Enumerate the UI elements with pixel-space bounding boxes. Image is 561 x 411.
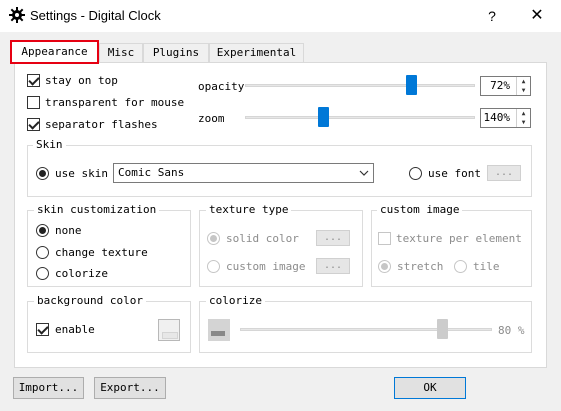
customization-colorize-radio[interactable] bbox=[36, 267, 49, 280]
customization-none-radio[interactable] bbox=[36, 224, 49, 237]
texture-per-element-checkbox[interactable] bbox=[378, 232, 391, 245]
customization-texture-radio[interactable] bbox=[36, 246, 49, 259]
background-color-title: background color bbox=[34, 294, 146, 307]
ok-button[interactable]: OK bbox=[394, 377, 466, 399]
colorize-value: 80 % bbox=[498, 324, 525, 337]
zoom-slider[interactable] bbox=[318, 107, 329, 127]
custom-image-group bbox=[371, 210, 532, 287]
opacity-slider[interactable] bbox=[405, 75, 417, 95]
texture-type-group bbox=[199, 210, 363, 287]
colorize-track bbox=[240, 328, 492, 331]
custom-image-title: custom image bbox=[377, 203, 463, 216]
skin-select-value: Comic Sans bbox=[118, 166, 185, 179]
stretch-label: stretch bbox=[397, 260, 444, 273]
tile-radio[interactable] bbox=[454, 260, 467, 273]
stay-on-top-label: stay on top bbox=[45, 74, 118, 87]
skin-group-title: Skin bbox=[33, 138, 66, 151]
export-button[interactable]: Export... bbox=[94, 377, 166, 399]
help-button[interactable]: ? bbox=[480, 6, 504, 26]
colorize-color-button[interactable] bbox=[208, 319, 230, 341]
tab-plugins[interactable]: Plugins bbox=[143, 43, 209, 63]
stay-on-top-checkbox[interactable] bbox=[27, 74, 40, 87]
custom-image-radio[interactable] bbox=[207, 260, 220, 273]
font-select-button[interactable]: ... bbox=[487, 165, 521, 181]
texture-type-title: texture type bbox=[206, 203, 292, 216]
window-title: Settings - Digital Clock bbox=[30, 8, 161, 23]
skin-select[interactable]: Comic Sans bbox=[113, 163, 374, 183]
chevron-down-icon bbox=[359, 170, 369, 176]
tab-misc[interactable]: Misc bbox=[99, 43, 143, 63]
customization-none-label: none bbox=[55, 224, 82, 237]
use-font-radio[interactable] bbox=[409, 167, 422, 180]
zoom-track bbox=[245, 116, 475, 119]
import-button[interactable]: Import... bbox=[13, 377, 84, 399]
solid-color-button[interactable]: ... bbox=[316, 230, 350, 246]
opacity-track bbox=[245, 84, 475, 87]
background-enable-label: enable bbox=[55, 323, 95, 336]
custom-image-button[interactable]: ... bbox=[316, 258, 350, 274]
zoom-spin-arrows[interactable]: ▲ ▼ bbox=[516, 109, 530, 127]
solid-color-label: solid color bbox=[226, 232, 299, 245]
background-color-button[interactable] bbox=[158, 319, 180, 341]
solid-color-radio[interactable] bbox=[207, 232, 220, 245]
stretch-radio[interactable] bbox=[378, 260, 391, 273]
use-font-label: use font bbox=[428, 167, 481, 180]
tile-label: tile bbox=[473, 260, 500, 273]
use-skin-radio[interactable] bbox=[36, 167, 49, 180]
opacity-label: opacity bbox=[198, 80, 245, 93]
zoom-label: zoom bbox=[198, 112, 225, 125]
colorize-group bbox=[199, 301, 532, 353]
custom-image-label: custom image bbox=[226, 260, 306, 273]
tab-experimental[interactable]: Experimental bbox=[209, 43, 304, 63]
use-skin-label: use skin bbox=[55, 167, 108, 180]
customization-colorize-label: colorize bbox=[55, 267, 108, 280]
skin-customization-title: skin customization bbox=[34, 203, 160, 216]
separator-flashes-checkbox[interactable] bbox=[27, 118, 40, 131]
customization-texture-label: change texture bbox=[55, 246, 148, 259]
opacity-spin-arrows[interactable]: ▲ ▼ bbox=[516, 77, 530, 95]
separator-flashes-label: separator flashes bbox=[45, 118, 158, 131]
tab-appearance[interactable]: Appearance bbox=[10, 40, 99, 64]
gear-icon bbox=[9, 7, 25, 23]
colorize-title: colorize bbox=[206, 294, 265, 307]
colorize-slider[interactable] bbox=[436, 319, 448, 339]
background-enable-checkbox[interactable] bbox=[36, 323, 49, 336]
texture-per-element-label: texture per element bbox=[396, 232, 522, 245]
transparent-label: transparent for mouse bbox=[45, 96, 185, 109]
close-button[interactable]: ✕ bbox=[525, 6, 549, 26]
transparent-checkbox[interactable] bbox=[27, 96, 40, 109]
